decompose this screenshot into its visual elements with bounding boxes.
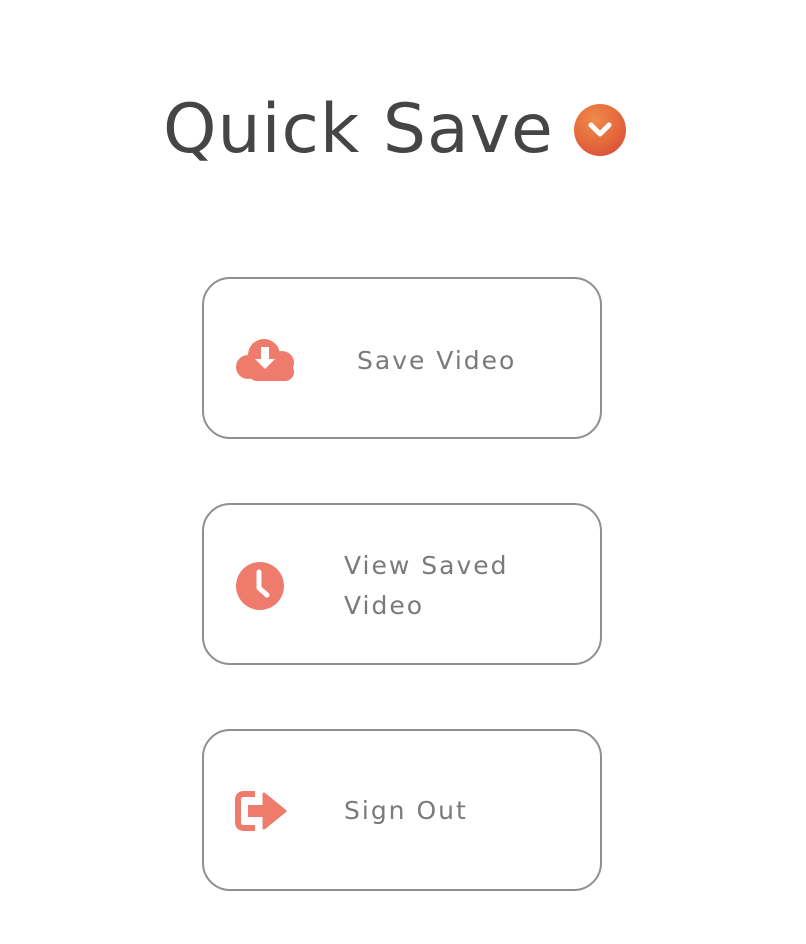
sign-out-label: Sign Out: [344, 796, 468, 825]
chevron-down-circle-icon: [573, 104, 626, 156]
sign-out-button[interactable]: Sign Out: [202, 729, 602, 891]
clock-icon: [235, 561, 285, 615]
app-title: Quick Save: [163, 90, 554, 169]
sign-out-icon: [235, 791, 287, 835]
cloud-download-icon: [234, 337, 298, 387]
view-saved-video-label: View Saved Video: [344, 551, 509, 620]
save-video-button[interactable]: Save Video: [202, 277, 602, 439]
app-logo: Quick Save: [163, 92, 626, 168]
save-video-label: Save Video: [357, 346, 517, 375]
view-saved-video-button[interactable]: View Saved Video: [202, 503, 602, 665]
